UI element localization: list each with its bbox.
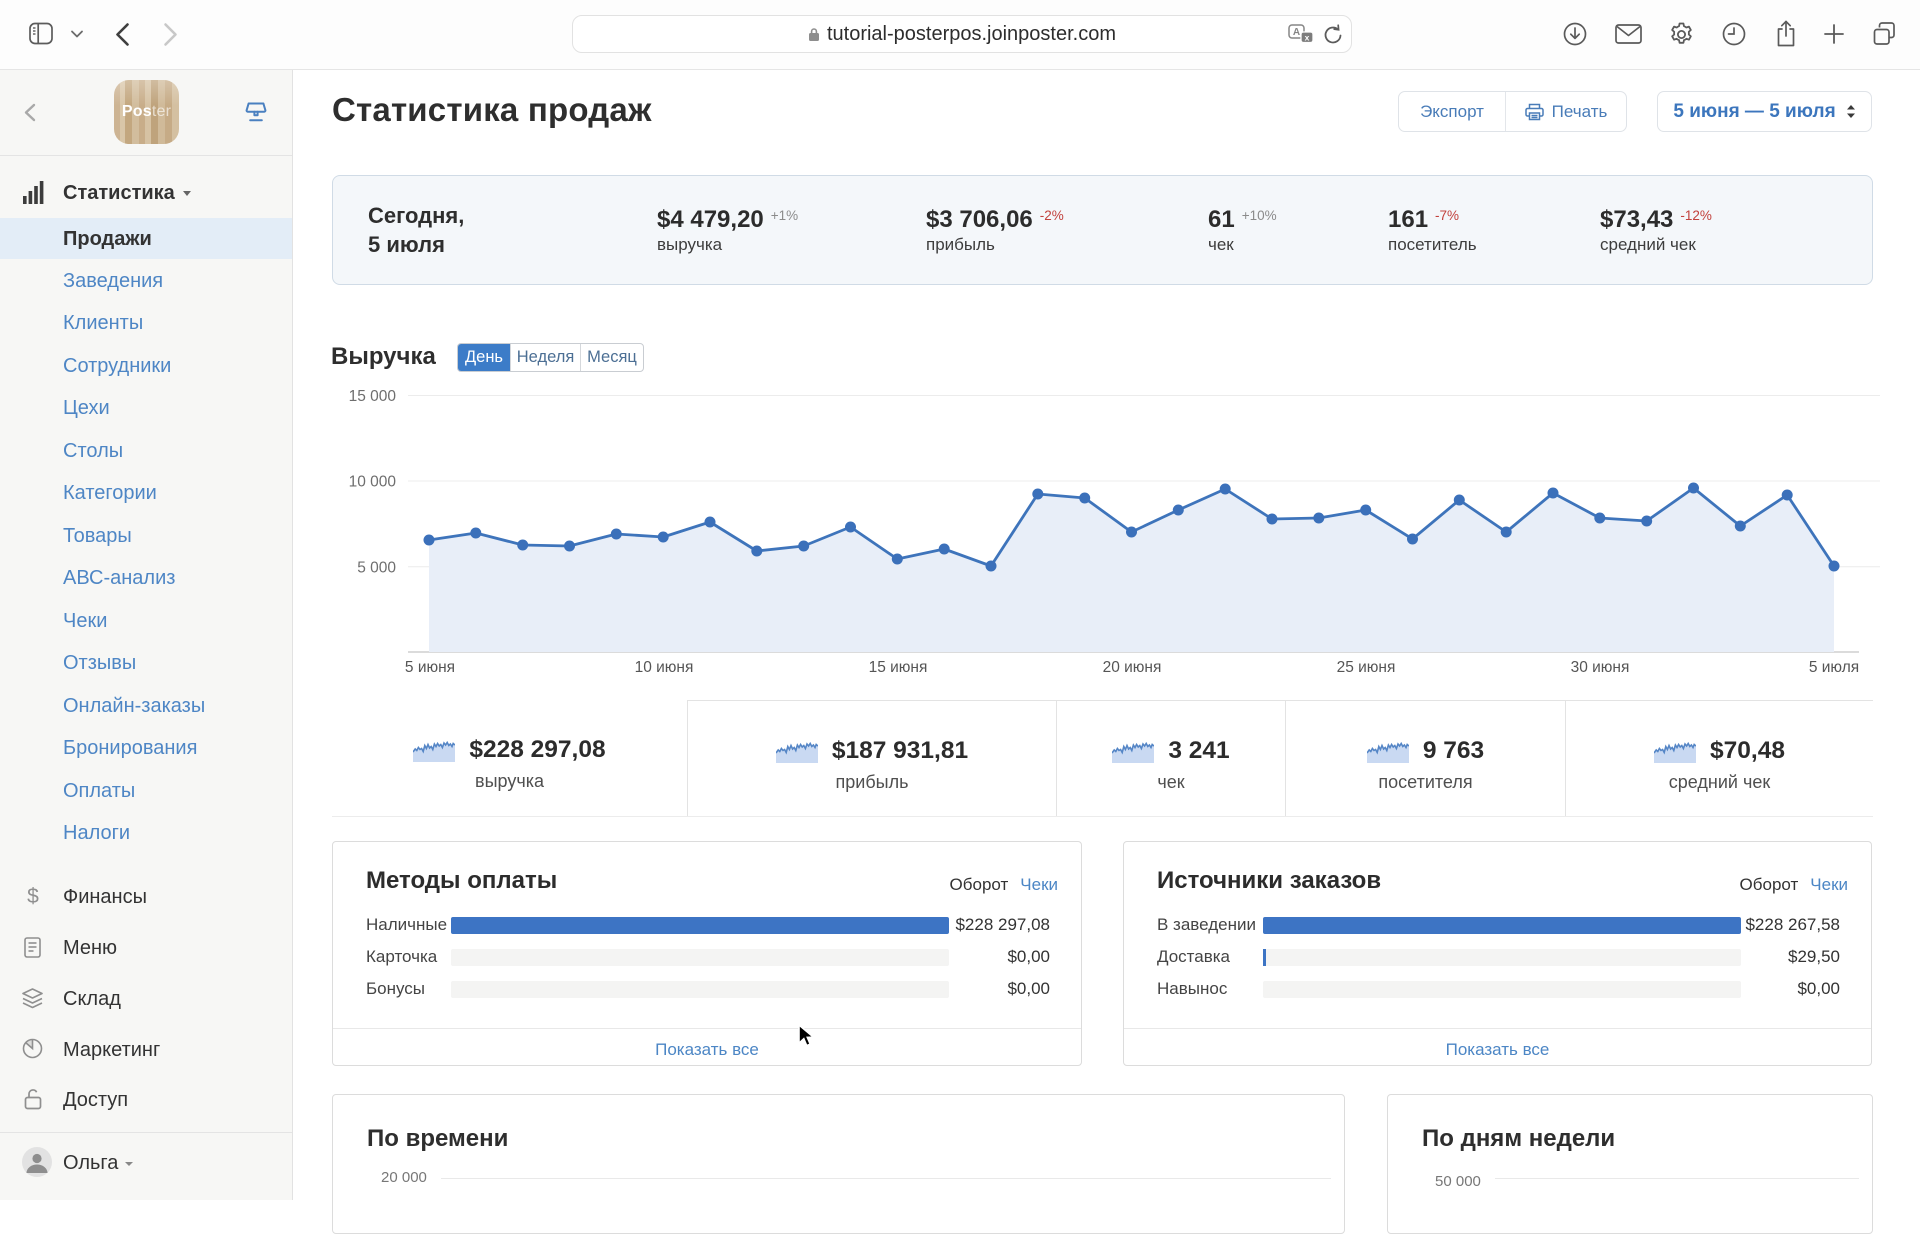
svg-text:10 000: 10 000: [349, 474, 397, 491]
svg-text:5 июня: 5 июня: [405, 659, 455, 676]
svg-text:10 июня: 10 июня: [635, 659, 694, 676]
svg-text:20 июня: 20 июня: [1103, 659, 1162, 676]
svg-text:15 000: 15 000: [349, 388, 397, 405]
svg-text:x: x: [1305, 32, 1310, 42]
svg-text:5 000: 5 000: [357, 559, 396, 576]
svg-text:25 июня: 25 июня: [1337, 659, 1396, 676]
svg-text:15 июня: 15 июня: [869, 659, 928, 676]
svg-text:A: A: [1293, 27, 1300, 38]
svg-text:30 июня: 30 июня: [1571, 659, 1630, 676]
svg-text:5 июля: 5 июля: [1809, 659, 1859, 676]
